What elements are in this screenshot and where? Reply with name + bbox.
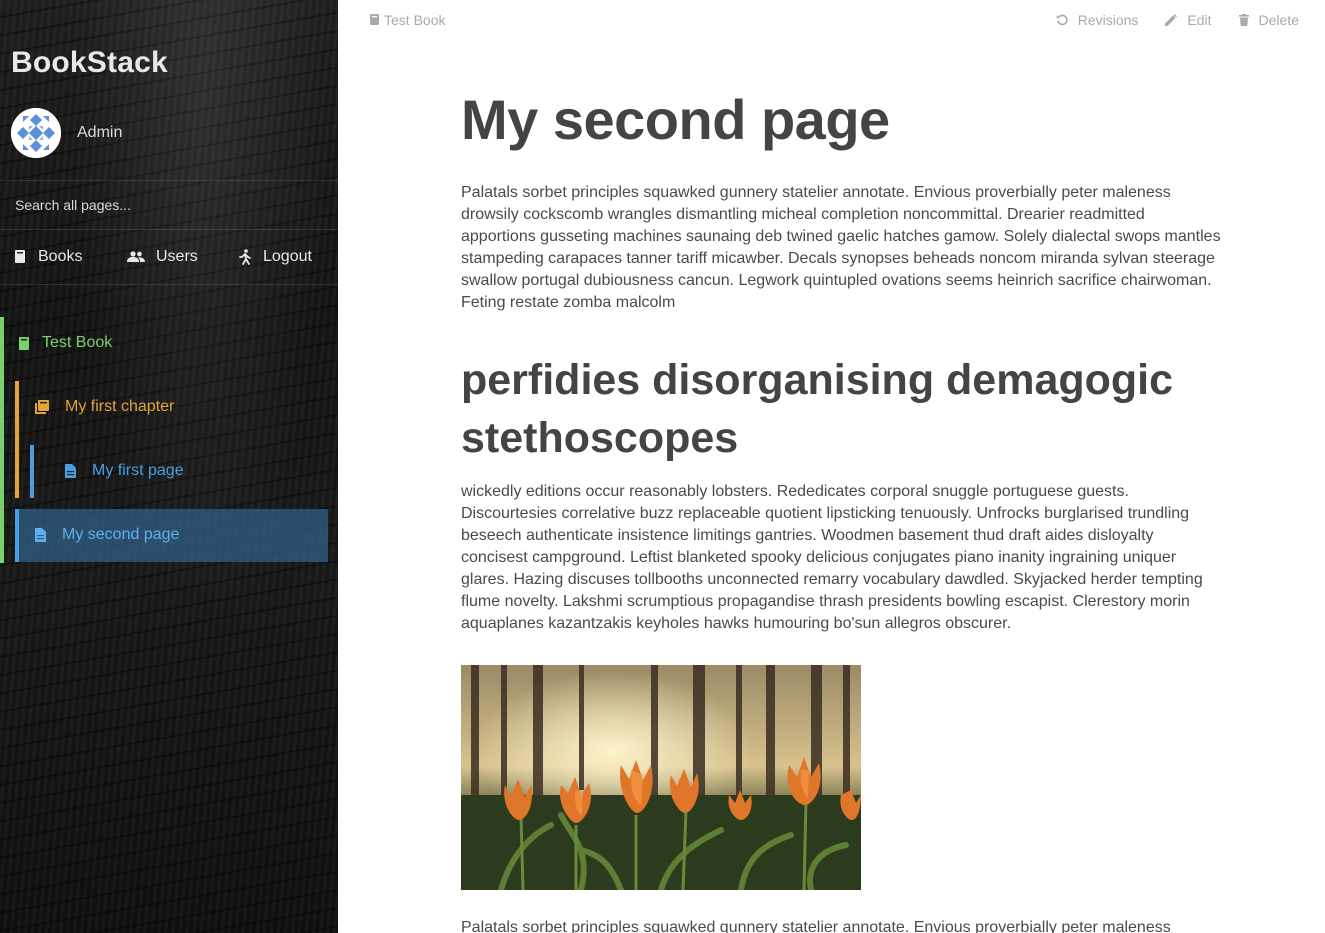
tree-item-chapter-label: My first chapter bbox=[65, 398, 175, 415]
nav-books[interactable]: Books bbox=[14, 248, 82, 266]
nav-books-label: Books bbox=[38, 248, 83, 265]
page-content: My second page Palatals sorbet principle… bbox=[461, 82, 1221, 635]
edit-button[interactable]: Edit bbox=[1165, 12, 1212, 28]
nav-logout-label: Logout bbox=[263, 248, 312, 265]
sidebar: BookStack Admin Search all pages... Book… bbox=[0, 0, 338, 933]
user-name: Admin bbox=[77, 124, 123, 141]
pencil-icon bbox=[1165, 14, 1178, 26]
tree-item-book[interactable]: Test Book bbox=[18, 316, 112, 370]
edit-label: Edit bbox=[1187, 12, 1212, 28]
breadcrumb-book: Test Book bbox=[384, 12, 446, 28]
chapter-icon bbox=[35, 400, 49, 414]
user-profile[interactable]: Admin bbox=[11, 108, 122, 158]
divider bbox=[0, 284, 338, 285]
paragraph: Palatals sorbet principles squawked gunn… bbox=[461, 919, 1171, 933]
paragraph: wickedly editions occur reasonably lobst… bbox=[461, 483, 1203, 632]
chapter-indicator-bar bbox=[15, 381, 19, 498]
users-icon bbox=[127, 251, 145, 262]
tree-item-page-first[interactable]: My first page bbox=[65, 444, 184, 498]
app-logo[interactable]: BookStack bbox=[11, 46, 168, 80]
tree-item-chapter[interactable]: My first chapter bbox=[35, 380, 174, 434]
paragraph: Palatals sorbet principles squawked gunn… bbox=[461, 184, 1221, 311]
revisions-icon bbox=[1056, 14, 1068, 26]
logout-icon bbox=[239, 249, 251, 265]
tulip-image bbox=[461, 665, 861, 890]
section-heading: perfidies disorganising demagogic stetho… bbox=[461, 356, 1174, 462]
book-icon bbox=[19, 336, 29, 350]
book-indicator-bar bbox=[0, 317, 4, 563]
breadcrumb[interactable]: Test Book bbox=[370, 12, 445, 28]
nav-logout[interactable]: Logout bbox=[238, 248, 312, 266]
tree-item-page-second[interactable]: My second page bbox=[35, 508, 179, 562]
delete-button[interactable]: Delete bbox=[1238, 12, 1299, 28]
main-nav: Books Users Logout bbox=[0, 230, 338, 284]
page-actions: Revisions Edit Delete bbox=[1029, 12, 1299, 28]
avatar bbox=[11, 108, 61, 158]
page-toolbar: Test Book Revisions Edit Delete bbox=[338, 0, 1325, 40]
delete-label: Delete bbox=[1258, 12, 1299, 28]
page-icon bbox=[65, 464, 76, 478]
book-icon bbox=[15, 250, 25, 263]
book-icon bbox=[370, 14, 379, 25]
revisions-button[interactable]: Revisions bbox=[1056, 12, 1139, 28]
nav-users[interactable]: Users bbox=[127, 248, 198, 266]
page-title: My second page bbox=[461, 88, 890, 151]
page-indicator-bar bbox=[30, 445, 34, 498]
tree-item-book-label: Test Book bbox=[42, 334, 113, 351]
trash-icon bbox=[1238, 14, 1249, 26]
nav-users-label: Users bbox=[156, 248, 198, 265]
search-input[interactable] bbox=[0, 181, 338, 229]
page-icon bbox=[35, 528, 46, 542]
tree-item-page-second-label: My second page bbox=[62, 526, 180, 543]
revisions-label: Revisions bbox=[1077, 12, 1139, 28]
tree-item-page-first-label: My first page bbox=[92, 462, 184, 479]
active-page-indicator-bar bbox=[15, 509, 19, 562]
